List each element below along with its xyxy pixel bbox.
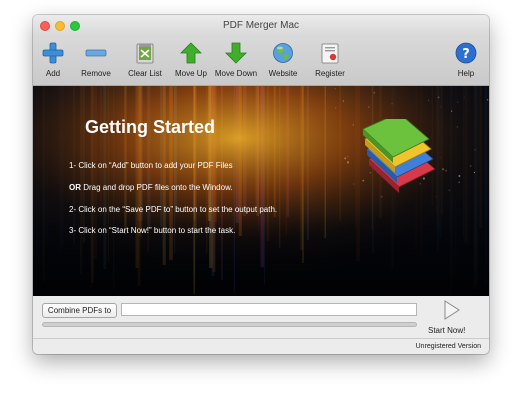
remove-icon — [85, 49, 107, 57]
or-label: OR — [69, 183, 81, 192]
website-label: Website — [268, 69, 298, 78]
app-window: PDF Merger Mac Add Remove Clear List Mov… — [33, 15, 489, 354]
start-now-button[interactable] — [440, 299, 462, 321]
output-path-field[interactable] — [121, 303, 417, 316]
getting-started-banner: Getting Started 1- Click on “Add” button… — [33, 86, 489, 296]
remove-label: Remove — [81, 69, 111, 78]
books-logo-icon — [362, 119, 436, 193]
add-icon — [42, 42, 64, 64]
remove-button[interactable]: Remove — [75, 37, 117, 85]
help-icon: ? — [455, 42, 477, 64]
svg-text:?: ? — [462, 47, 470, 62]
title-bar: PDF Merger Mac — [33, 15, 489, 39]
getting-started-title: Getting Started — [85, 117, 216, 137]
clear-list-button[interactable]: Clear List — [121, 37, 169, 85]
play-icon — [444, 300, 460, 320]
add-button[interactable]: Add — [35, 37, 71, 85]
step-2-text: 2- Click on the “Save PDF to” button to … — [69, 205, 278, 214]
move-down-button[interactable]: Move Down — [213, 37, 259, 85]
registration-status: Unregistered Version — [415, 343, 481, 350]
combine-pdfs-to-button[interactable]: Combine PDFs to — [42, 303, 117, 318]
add-label: Add — [45, 69, 61, 78]
register-icon — [321, 43, 339, 64]
toolbar: Add Remove Clear List Move Up Move Down … — [33, 37, 489, 86]
clear-list-icon — [136, 43, 154, 64]
move-down-icon — [225, 42, 247, 64]
clear-list-label: Clear List — [128, 69, 162, 78]
move-down-label: Move Down — [214, 69, 258, 78]
step-1-text: 1- Click on “Add” button to add your PDF… — [69, 161, 233, 170]
register-button[interactable]: Register — [309, 37, 351, 85]
move-up-label: Move Up — [174, 69, 207, 78]
step-3-text: 3- Click on “Start Now!” button to start… — [69, 226, 236, 235]
start-now-label: Start Now! — [428, 326, 466, 335]
bottom-panel: Combine PDFs to Start Now! Unregistered … — [33, 296, 489, 354]
move-up-button[interactable]: Move Up — [171, 37, 211, 85]
website-button[interactable]: Website — [263, 37, 303, 85]
help-label: Help — [457, 69, 475, 78]
globe-icon — [273, 43, 293, 63]
step-or-text: OR Drag and drop PDF files onto the Wind… — [69, 183, 233, 192]
help-button[interactable]: ? Help — [451, 37, 481, 85]
drag-drop-text: Drag and drop PDF files onto the Window. — [81, 183, 233, 192]
move-up-icon — [180, 42, 202, 64]
window-title: PDF Merger Mac — [222, 20, 300, 31]
register-label: Register — [315, 69, 345, 78]
progress-bar — [42, 322, 417, 327]
